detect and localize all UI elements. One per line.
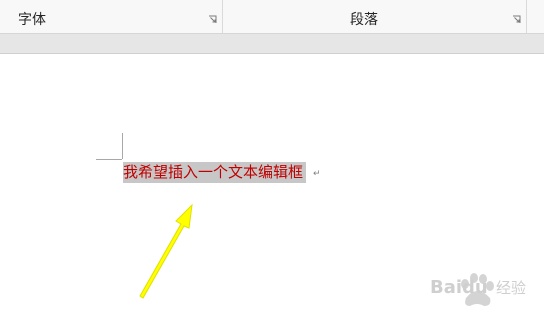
dialog-launcher-icon[interactable] [512, 15, 521, 24]
paragraph-group: 段落 [223, 0, 526, 33]
watermark-text: 经验 [496, 279, 526, 297]
dialog-launcher-icon[interactable] [208, 15, 217, 24]
paragraph-group-label: 段落 [350, 12, 378, 28]
group-separator [526, 0, 527, 33]
paw-logo-icon: Baidu 经验 [430, 273, 526, 306]
paragraph-mark: ↵ [313, 169, 321, 179]
margin-corner-mark [122, 133, 123, 159]
watermark-brand: Baidu [430, 277, 488, 298]
ruler-strip [0, 34, 544, 54]
margin-corner-mark [96, 159, 122, 160]
ribbon-group-label-bar: 字体 段落 [0, 0, 544, 34]
selected-text[interactable]: 我希望插入一个文本编辑框 [123, 162, 307, 183]
font-group-label: 字体 [18, 12, 46, 28]
font-group: 字体 [0, 0, 222, 33]
